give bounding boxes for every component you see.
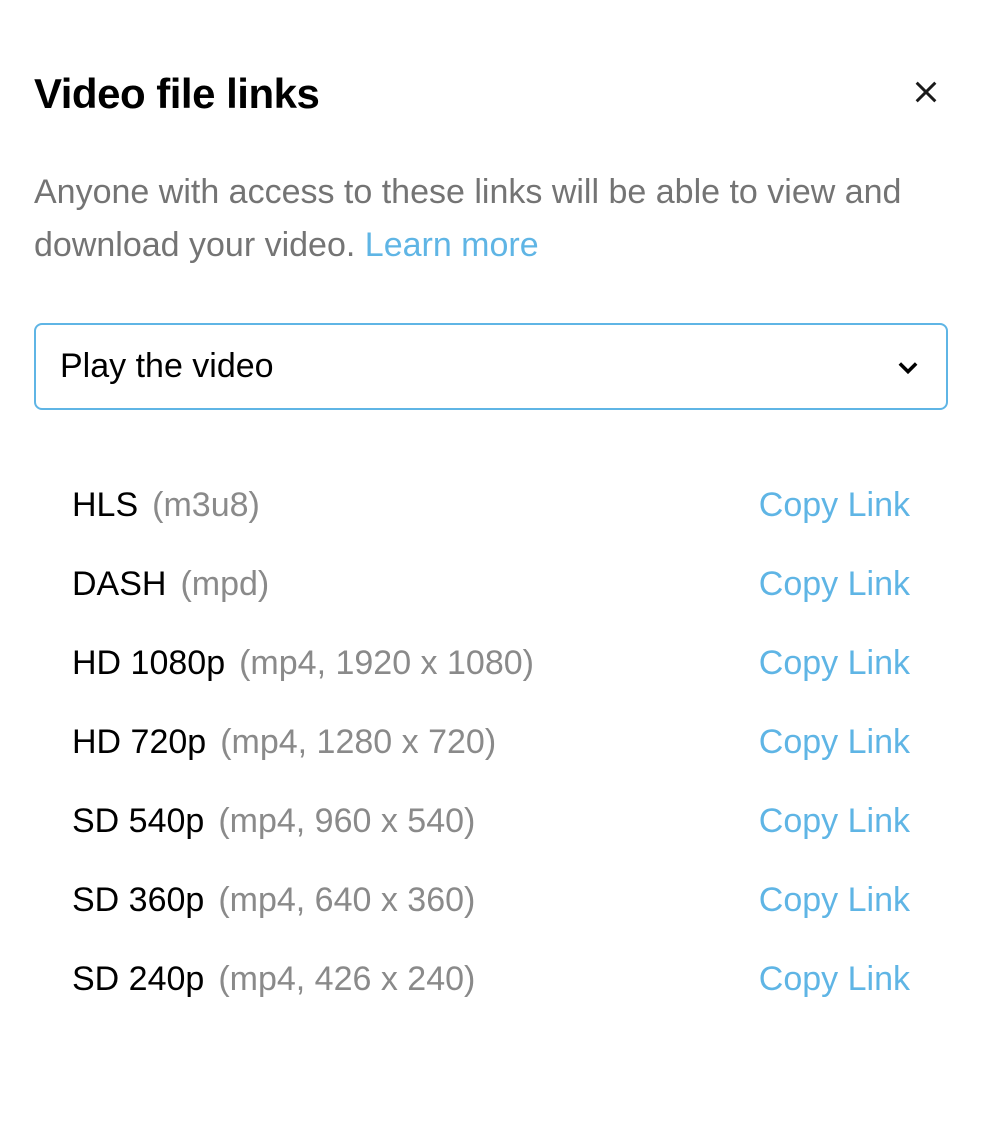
link-label: DASH (mpd) xyxy=(72,565,269,604)
copy-link-button[interactable]: Copy Link xyxy=(759,486,910,525)
link-label: HD 1080p (mp4, 1920 x 1080) xyxy=(72,644,534,683)
select-value: Play the video xyxy=(60,347,274,386)
modal-header: Video file links xyxy=(34,70,948,118)
link-format: (mp4, 426 x 240) xyxy=(218,960,475,999)
copy-link-button[interactable]: Copy Link xyxy=(759,644,910,683)
link-row: HD 720p (mp4, 1280 x 720) Copy Link xyxy=(72,703,910,782)
copy-link-button[interactable]: Copy Link xyxy=(759,723,910,762)
copy-link-button[interactable]: Copy Link xyxy=(759,881,910,920)
link-name: SD 240p xyxy=(72,960,204,999)
close-button[interactable] xyxy=(908,74,944,110)
link-format: (mpd) xyxy=(180,565,269,604)
modal-title: Video file links xyxy=(34,70,319,118)
video-links-list: HLS(m3u8)Copy LinkDASH(mpd)Copy LinkHD 1… xyxy=(34,466,948,1019)
link-label: SD 360p (mp4, 640 x 360) xyxy=(72,881,475,920)
link-name: HD 1080p xyxy=(72,644,225,683)
link-name: HLS xyxy=(72,486,138,525)
link-label: HLS (m3u8) xyxy=(72,486,260,525)
link-row: HLS (m3u8) Copy Link xyxy=(72,466,910,545)
chevron-down-icon xyxy=(894,353,922,381)
link-row: HD 1080p (mp4, 1920 x 1080) Copy Link xyxy=(72,624,910,703)
link-format: (mp4, 1280 x 720) xyxy=(220,723,496,762)
copy-link-button[interactable]: Copy Link xyxy=(759,802,910,841)
learn-more-link[interactable]: Learn more xyxy=(365,226,539,264)
link-row: DASH (mpd) Copy Link xyxy=(72,545,910,624)
close-icon xyxy=(912,78,940,106)
modal-description: Anyone with access to these links will b… xyxy=(34,166,948,271)
link-label: SD 240p (mp4, 426 x 240) xyxy=(72,960,475,999)
link-label: SD 540p (mp4, 960 x 540) xyxy=(72,802,475,841)
link-name: SD 360p xyxy=(72,881,204,920)
play-mode-select[interactable]: Play the video xyxy=(34,323,948,410)
link-format: (mp4, 640 x 360) xyxy=(218,881,475,920)
link-name: DASH xyxy=(72,565,166,604)
link-name: HD 720p xyxy=(72,723,206,762)
link-row: SD 360p (mp4, 640 x 360) Copy Link xyxy=(72,861,910,940)
copy-link-button[interactable]: Copy Link xyxy=(759,565,910,604)
link-row: SD 540p (mp4, 960 x 540) Copy Link xyxy=(72,782,910,861)
link-format: (m3u8) xyxy=(152,486,260,525)
copy-link-button[interactable]: Copy Link xyxy=(759,960,910,999)
link-label: HD 720p (mp4, 1280 x 720) xyxy=(72,723,496,762)
link-row: SD 240p (mp4, 426 x 240) Copy Link xyxy=(72,940,910,1019)
link-format: (mp4, 960 x 540) xyxy=(218,802,475,841)
link-format: (mp4, 1920 x 1080) xyxy=(239,644,534,683)
link-name: SD 540p xyxy=(72,802,204,841)
